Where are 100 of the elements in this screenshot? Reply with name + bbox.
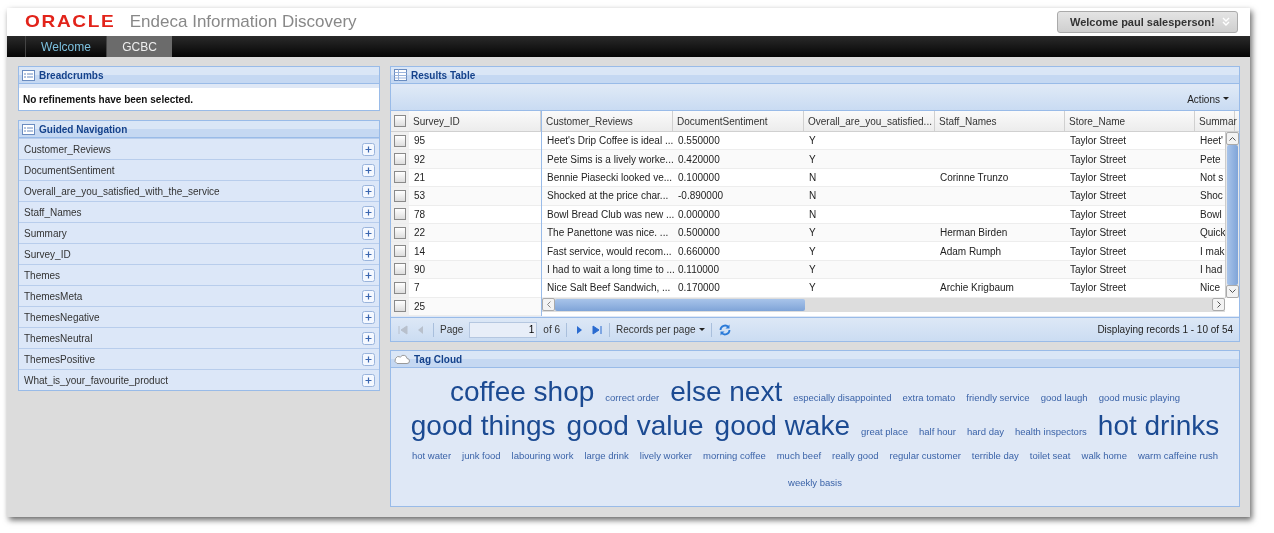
- checkbox[interactable]: [394, 263, 406, 276]
- tag-link[interactable]: good value: [566, 410, 704, 442]
- navigation-item[interactable]: DocumentSentiment: [19, 159, 379, 180]
- actions-menu[interactable]: Actions: [1181, 92, 1235, 106]
- table-cell-text: Taylor Street: [1069, 207, 1128, 222]
- table-cell-text: Taylor Street: [1069, 262, 1128, 277]
- navigation-item[interactable]: Overall_are_you_satisfied_with_the_service: [19, 180, 379, 201]
- last-page-icon[interactable]: [591, 323, 604, 336]
- expand-icon[interactable]: [362, 331, 375, 345]
- vertical-scrollbar[interactable]: [1225, 132, 1239, 298]
- tag-link[interactable]: great place: [861, 426, 909, 437]
- checkbox[interactable]: [394, 281, 406, 294]
- tag-link[interactable]: lively worker: [639, 450, 693, 461]
- tag-link[interactable]: terrible day: [971, 450, 1019, 461]
- table-cell-text: Herman Birden: [939, 226, 1009, 241]
- table-cell-text: N: [808, 189, 818, 204]
- navigation-item[interactable]: Summary: [19, 222, 379, 243]
- tag-link[interactable]: warm caffeine rush: [1137, 450, 1219, 461]
- table-cell-text: Quick: [1199, 226, 1225, 241]
- table-cell-text: -0.890000: [677, 189, 725, 204]
- navigation-item[interactable]: ThemesNeutral: [19, 327, 379, 348]
- tag-link[interactable]: regular customer: [889, 450, 961, 461]
- table-cell-text: 0.110000: [677, 262, 720, 277]
- page-number-field[interactable]: 1: [469, 321, 538, 338]
- expand-icon[interactable]: [362, 226, 375, 240]
- tag-link[interactable]: really good: [832, 450, 879, 461]
- tag-link[interactable]: labouring work: [511, 450, 574, 461]
- tag-link[interactable]: toilet seat: [1029, 450, 1071, 461]
- tag-link[interactable]: half hour: [919, 426, 956, 437]
- tag-link[interactable]: correct order: [605, 392, 660, 403]
- tag-link[interactable]: good things: [410, 410, 556, 442]
- page-count: of 6: [543, 324, 561, 335]
- checkbox[interactable]: [394, 300, 406, 313]
- tag-link[interactable]: hot drinks: [1097, 410, 1220, 442]
- expand-icon[interactable]: [362, 289, 375, 303]
- navigation-item[interactable]: Staff_Names: [19, 201, 379, 222]
- tag-link[interactable]: much beef: [776, 450, 822, 461]
- tag-link[interactable]: especially disappointed: [793, 392, 892, 403]
- table-cell-text: 21: [413, 170, 427, 185]
- table-cell-text: 7: [413, 281, 421, 296]
- tag-link[interactable]: hot water: [411, 450, 452, 461]
- checkbox[interactable]: [394, 153, 406, 166]
- expand-icon[interactable]: [362, 184, 375, 198]
- column-header[interactable]: Overall_are_you_satisfied...: [804, 111, 935, 131]
- table-cell-text: 0.500000: [677, 226, 721, 241]
- column-header[interactable]: Summar: [1195, 111, 1235, 131]
- expand-icon[interactable]: [362, 352, 375, 366]
- checkbox[interactable]: [394, 171, 406, 184]
- tag-link[interactable]: good laugh: [1040, 392, 1088, 403]
- records-status: Displaying records 1 - 10 of 54: [1097, 324, 1233, 335]
- table-cell-text: Taylor Street: [1069, 244, 1128, 259]
- checkbox[interactable]: [394, 189, 406, 202]
- tag-link[interactable]: weekly basis: [788, 477, 842, 488]
- checkbox[interactable]: [394, 208, 406, 221]
- tag-link[interactable]: junk food: [462, 450, 501, 461]
- tag-link[interactable]: walk home: [1081, 450, 1127, 461]
- navigation-item[interactable]: Customer_Reviews: [19, 138, 379, 159]
- navigation-item[interactable]: ThemesPositive: [19, 348, 379, 369]
- list-icon: [22, 123, 35, 135]
- table-cell-text: Y: [808, 281, 817, 296]
- expand-icon[interactable]: [362, 205, 375, 219]
- user-menu[interactable]: Welcome paul salesperson!: [1057, 11, 1238, 33]
- table-cell-text: 22: [413, 226, 427, 241]
- expand-icon[interactable]: [362, 163, 375, 177]
- checkbox[interactable]: [394, 245, 406, 258]
- tab[interactable]: GCBC: [106, 36, 172, 57]
- tag-link[interactable]: else next: [670, 376, 783, 408]
- expand-icon[interactable]: [362, 373, 375, 387]
- navigation-item[interactable]: What_is_your_favourite_product: [19, 369, 379, 390]
- tag-link[interactable]: large drink: [584, 450, 629, 461]
- expand-icon[interactable]: [362, 268, 375, 282]
- checkbox[interactable]: [394, 115, 406, 127]
- table-cell-text: Y: [808, 262, 817, 277]
- records-per-page-menu[interactable]: Records per page: [616, 324, 705, 335]
- checkbox[interactable]: [394, 134, 406, 147]
- tag-link[interactable]: good music playing: [1098, 392, 1180, 403]
- tag-link[interactable]: health inspectors: [1015, 426, 1087, 437]
- tag-link[interactable]: morning coffee: [703, 450, 766, 461]
- tag-link[interactable]: coffee shop: [450, 376, 595, 408]
- tag-link[interactable]: extra tomato: [902, 392, 956, 403]
- tag-link[interactable]: friendly service: [966, 392, 1030, 403]
- navigation-item[interactable]: Survey_ID: [19, 243, 379, 264]
- tag-link[interactable]: good wake: [714, 410, 850, 442]
- expand-icon[interactable]: [362, 310, 375, 324]
- checkbox[interactable]: [394, 226, 406, 239]
- panel-title: Breadcrumbs: [39, 69, 104, 81]
- table-cell-text: 92: [413, 152, 427, 167]
- column-header[interactable]: Store_Name: [1065, 111, 1195, 131]
- tag-link[interactable]: hard day: [967, 426, 1004, 437]
- navigation-item[interactable]: ThemesNegative: [19, 306, 379, 327]
- table-cell-text: 95: [413, 134, 427, 149]
- navigation-item[interactable]: ThemesMeta: [19, 285, 379, 306]
- column-header[interactable]: DocumentSentiment: [673, 111, 804, 131]
- refresh-icon[interactable]: [717, 322, 732, 337]
- column-header[interactable]: Customer_Reviews: [542, 111, 673, 131]
- column-header[interactable]: Staff_Names: [935, 111, 1065, 131]
- expand-icon[interactable]: [362, 142, 375, 156]
- navigation-item[interactable]: Themes: [19, 264, 379, 285]
- table-cell-text: Heet': [1199, 134, 1225, 149]
- expand-icon[interactable]: [362, 247, 375, 261]
